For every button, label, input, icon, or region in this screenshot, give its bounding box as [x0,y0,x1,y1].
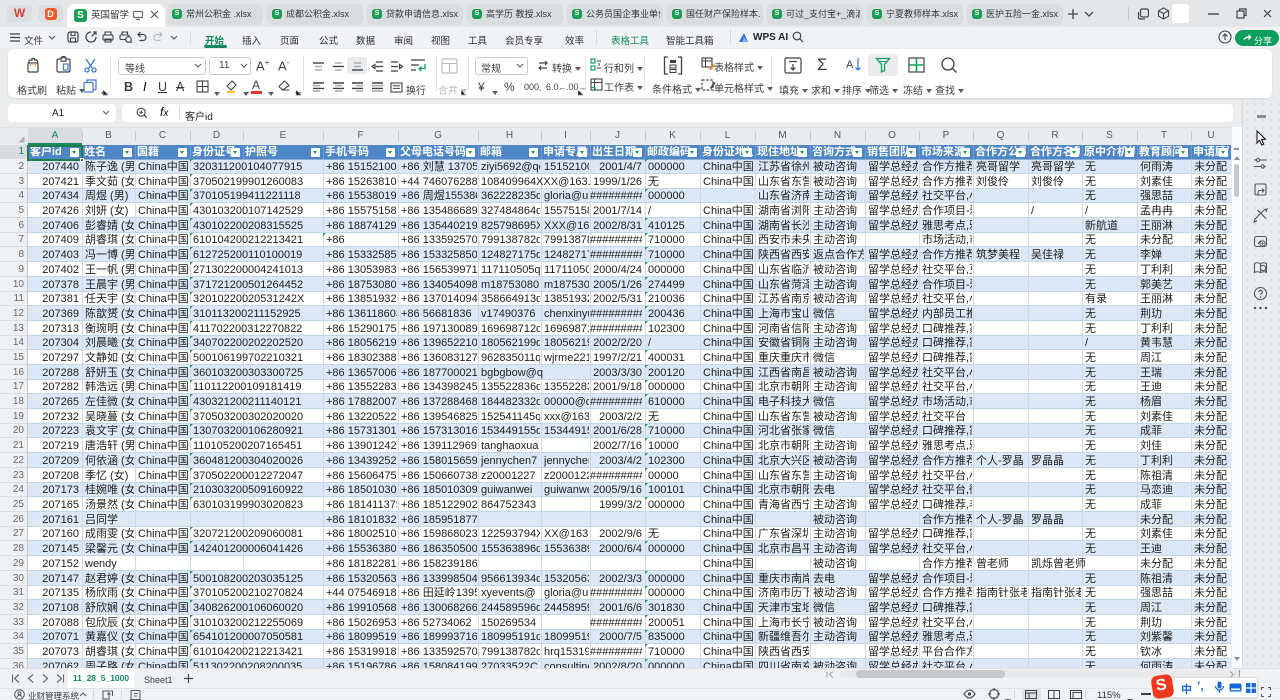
svg-text:A: A [846,59,854,71]
